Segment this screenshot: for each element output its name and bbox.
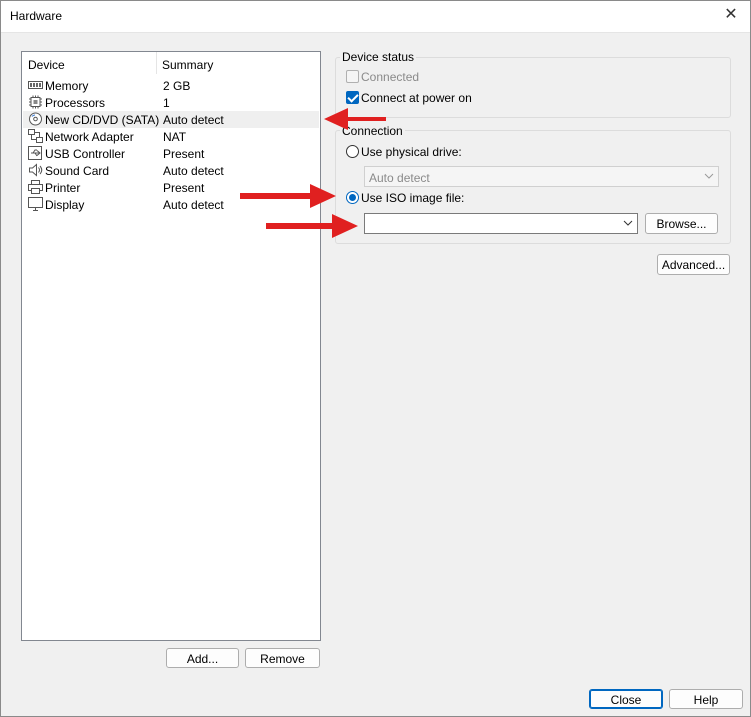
column-separator[interactable] — [156, 52, 157, 74]
iso-image-label: Use ISO image file: — [361, 191, 465, 205]
device-summary: Present — [163, 181, 205, 195]
device-name: Sound Card — [45, 164, 110, 178]
device-name: Network Adapter — [45, 130, 134, 144]
remove-device-button[interactable]: Remove — [245, 648, 320, 668]
device-name: Printer — [45, 181, 81, 195]
device-row-memory[interactable]: Memory 2 GB — [23, 77, 319, 94]
connect-at-power-on-checkbox[interactable] — [346, 91, 359, 104]
device-name: Processors — [45, 96, 106, 110]
display-icon — [28, 197, 43, 211]
device-name: Display — [45, 198, 85, 212]
column-header-summary[interactable]: Summary — [162, 58, 213, 72]
network-adapter-icon — [28, 129, 43, 143]
connection-title: Connection — [340, 124, 405, 138]
chevron-down-icon[interactable] — [623, 217, 633, 229]
device-row-cd-dvd[interactable]: New CD/DVD (SATA) Auto detect — [23, 111, 319, 128]
memory-icon — [28, 81, 43, 89]
connected-checkbox[interactable] — [346, 70, 359, 83]
device-name: New CD/DVD (SATA) — [45, 113, 160, 127]
help-button[interactable]: Help — [669, 689, 743, 709]
window-close-icon[interactable]: ✕ — [721, 5, 741, 25]
device-summary: 1 — [163, 96, 170, 110]
device-status-title: Device status — [340, 50, 417, 64]
device-row-processors[interactable]: Processors 1 — [23, 94, 319, 111]
speaker-icon — [29, 163, 43, 177]
add-device-button[interactable]: Add... — [166, 648, 239, 668]
device-list-header: Device Summary — [22, 52, 320, 74]
device-row-usb[interactable]: USB Controller Present — [23, 145, 319, 162]
physical-drive-value: Auto detect — [369, 171, 430, 185]
physical-drive-label: Use physical drive: — [361, 145, 462, 159]
device-name: Memory — [45, 79, 89, 93]
device-summary: NAT — [163, 130, 187, 144]
device-summary: Auto detect — [163, 113, 224, 127]
device-row-network[interactable]: Network Adapter NAT — [23, 128, 319, 145]
device-name: USB Controller — [45, 147, 126, 161]
connect-at-power-on-label: Connect at power on — [361, 91, 472, 105]
device-summary: Auto detect — [163, 164, 224, 178]
printer-icon — [28, 180, 43, 194]
processor-icon — [29, 95, 42, 109]
title-bar: Hardware ✕ — [0, 0, 751, 33]
physical-drive-select[interactable]: Auto detect — [364, 166, 719, 187]
device-row-sound[interactable]: Sound Card Auto detect — [23, 162, 319, 179]
advanced-button[interactable]: Advanced... — [657, 254, 730, 275]
device-summary: Present — [163, 147, 205, 161]
column-header-device[interactable]: Device — [28, 58, 65, 72]
iso-image-radio[interactable] — [346, 191, 359, 204]
physical-drive-radio[interactable] — [346, 145, 359, 158]
chevron-down-icon — [704, 173, 714, 179]
usb-icon — [28, 146, 42, 160]
cd-dvd-icon — [29, 112, 42, 126]
window-title: Hardware — [10, 9, 63, 23]
connected-label: Connected — [361, 70, 420, 84]
close-button[interactable]: Close — [589, 689, 663, 709]
device-summary: Auto detect — [163, 198, 224, 212]
iso-file-path-input[interactable] — [364, 213, 638, 234]
device-list[interactable]: Device Summary Memory 2 GB Processors 1 … — [21, 51, 321, 641]
device-summary: 2 GB — [163, 79, 191, 93]
device-row-printer[interactable]: Printer Present — [23, 179, 319, 196]
device-row-display[interactable]: Display Auto detect — [23, 196, 319, 213]
device-status-group — [335, 57, 731, 118]
browse-button[interactable]: Browse... — [645, 213, 718, 234]
